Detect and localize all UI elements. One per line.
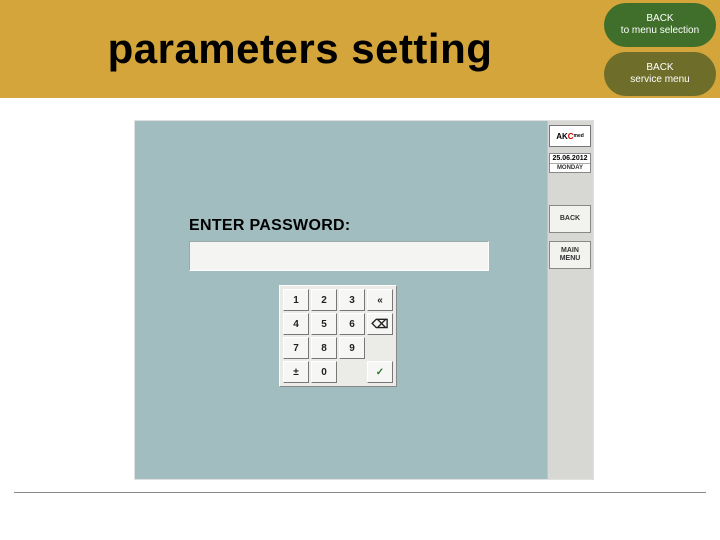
key-1[interactable]: 1: [283, 289, 309, 311]
password-input[interactable]: [189, 241, 489, 271]
key-3[interactable]: 3: [339, 289, 365, 311]
key-2[interactable]: 2: [311, 289, 337, 311]
logo-sup: med: [574, 133, 584, 139]
header: parameters setting BACK to menu selectio…: [0, 0, 720, 98]
brand-logo: AKCmed: [549, 125, 591, 147]
key-5[interactable]: 5: [311, 313, 337, 335]
device-side-panel: AKCmed 25.06.2012 MONDAY BACK MAIN MENU: [547, 121, 593, 479]
key-4[interactable]: 4: [283, 313, 309, 335]
device-main-menu-button[interactable]: MAIN MENU: [549, 241, 591, 269]
page-title: parameters setting: [108, 25, 493, 73]
logo-part1: AK: [556, 132, 568, 141]
back-menu-selection-button[interactable]: BACK to menu selection: [604, 3, 716, 47]
pill-line1: BACK: [646, 62, 673, 74]
key-7[interactable]: 7: [283, 337, 309, 359]
pill-line2: to menu selection: [621, 25, 699, 37]
backspace-icon: ⌫: [372, 317, 389, 331]
key-clear[interactable]: «: [367, 289, 393, 311]
pill-line1: BACK: [646, 13, 673, 25]
pill-line2: service menu: [630, 74, 689, 86]
device-back-button[interactable]: BACK: [549, 205, 591, 233]
footer-divider: [14, 492, 706, 493]
keypad-grid: 1 2 3 « 4 5 6 ⌫ 7 8 9 ± 0 ✓: [283, 289, 393, 383]
page: parameters setting BACK to menu selectio…: [0, 0, 720, 540]
date-value: 25.06.2012: [550, 154, 590, 164]
key-8[interactable]: 8: [311, 337, 337, 359]
back-service-menu-button[interactable]: BACK service menu: [604, 52, 716, 96]
password-prompt: ENTER PASSWORD:: [189, 217, 351, 235]
key-enter[interactable]: ✓: [367, 361, 393, 383]
key-0[interactable]: 0: [311, 361, 337, 383]
device-main-area: ENTER PASSWORD: 1 2 3 « 4 5 6 ⌫ 7 8 9 ±: [135, 121, 547, 479]
key-plusminus[interactable]: ±: [283, 361, 309, 383]
key-backspace[interactable]: ⌫: [367, 313, 393, 335]
date-day: MONDAY: [550, 164, 590, 172]
numeric-keypad: 1 2 3 « 4 5 6 ⌫ 7 8 9 ± 0 ✓: [279, 285, 397, 387]
check-icon: ✓: [376, 367, 384, 378]
date-display: 25.06.2012 MONDAY: [549, 153, 591, 173]
key-9[interactable]: 9: [339, 337, 365, 359]
device-screenshot: ENTER PASSWORD: 1 2 3 « 4 5 6 ⌫ 7 8 9 ±: [134, 120, 594, 480]
key-6[interactable]: 6: [339, 313, 365, 335]
header-title-area: parameters setting: [0, 0, 600, 98]
